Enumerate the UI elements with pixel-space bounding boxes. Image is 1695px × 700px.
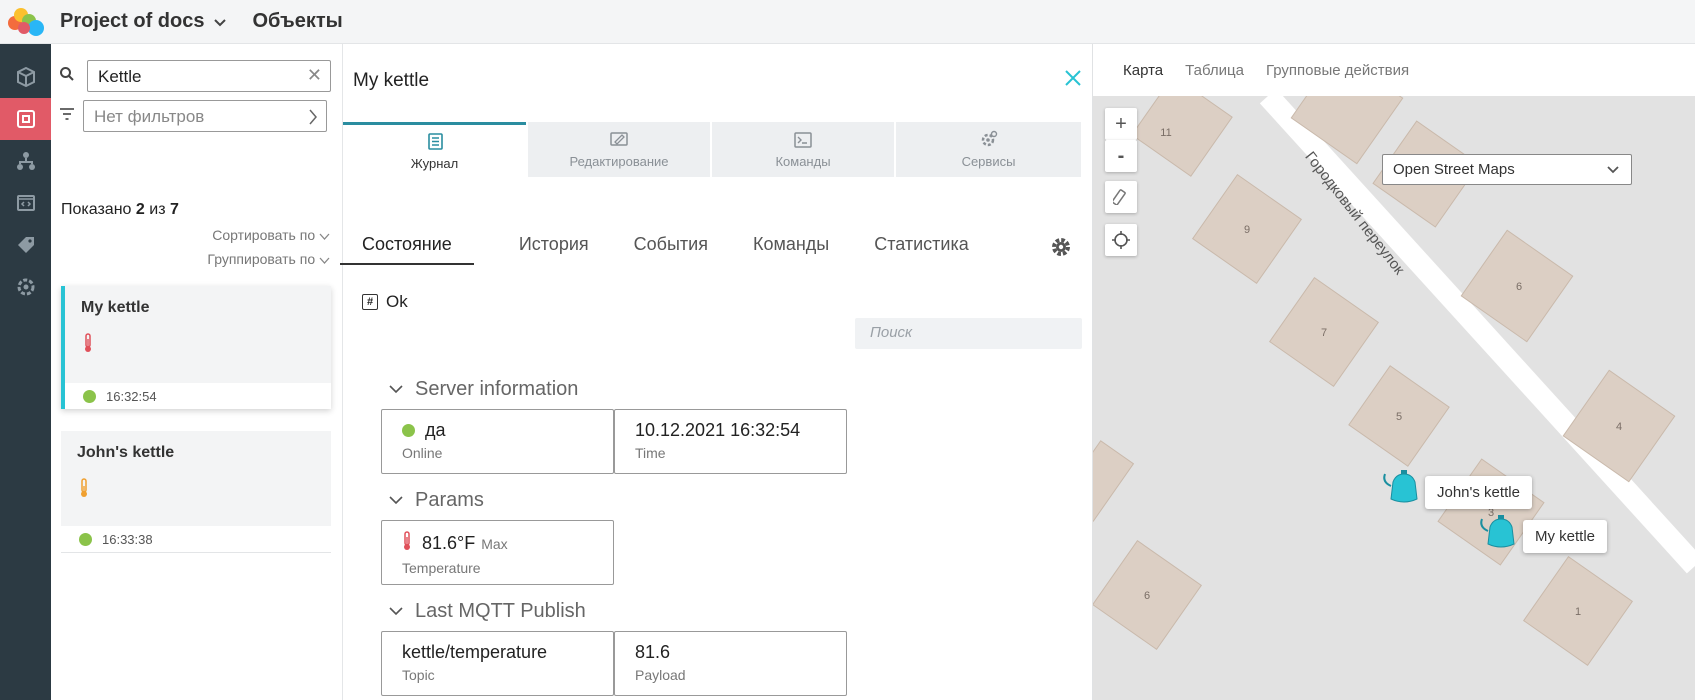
tab-journal[interactable]: Журнал: [343, 122, 526, 177]
subtab-events[interactable]: События: [634, 234, 708, 265]
house-number: 6: [1516, 281, 1522, 293]
project-selector[interactable]: Project of docs: [60, 10, 227, 33]
map-marker-label[interactable]: My kettle: [1523, 520, 1608, 553]
close-icon[interactable]: [1064, 66, 1082, 94]
tab-edit[interactable]: Редактирование: [528, 122, 710, 177]
tag-icon[interactable]: [0, 224, 51, 266]
house-number: 7: [1321, 327, 1327, 339]
locate-icon[interactable]: [1105, 224, 1137, 256]
list-item[interactable]: My kettle 16:32:54: [61, 286, 331, 409]
time-field: 10.12.2021 16:32:54 Time: [614, 409, 847, 474]
chevron-down-icon: [319, 233, 330, 240]
subtab-commands[interactable]: Команды: [753, 234, 829, 265]
map-tiles: 11 8 9 6 7 5 4 3 6 1 Городковый переулок: [1093, 96, 1695, 667]
settings-network-icon[interactable]: [0, 266, 51, 308]
online-field: да Online: [381, 409, 614, 474]
detail-tabs: Журнал Редактирование Команды Сервисы: [343, 122, 1083, 177]
map-canvas[interactable]: 11 8 9 6 7 5 4 3 6 1 Городковый переулок: [1093, 96, 1695, 700]
chevron-down-icon: [389, 607, 403, 616]
edit-icon: [610, 132, 628, 146]
online-status-dot: [402, 424, 415, 437]
map-layer-select[interactable]: Open Street Maps: [1382, 154, 1632, 185]
search-input-value: Kettle: [98, 67, 142, 86]
subtab-statistics[interactable]: Статистика: [874, 234, 969, 265]
project-name: Project of docs: [60, 10, 205, 32]
last-seen-time: 16:33:38: [102, 531, 153, 547]
sort-by-button[interactable]: Сортировать по: [212, 227, 330, 243]
house-number: 4: [1616, 421, 1622, 433]
status-row: # Ok: [362, 292, 408, 312]
app-logo[interactable]: [0, 0, 48, 44]
group-by-button[interactable]: Группировать по: [207, 251, 330, 267]
house-number: 1: [1575, 606, 1581, 618]
filter-icon: [59, 107, 75, 126]
filter-input[interactable]: Нет фильтров: [83, 100, 327, 132]
shown-count: Показано 2 из 7: [61, 201, 179, 218]
chevron-down-icon: [214, 14, 227, 30]
thermometer-icon: [83, 333, 331, 355]
object-status: 16:32:54: [65, 383, 331, 409]
chevron-down-icon: [1607, 159, 1619, 178]
section-title: Объекты: [252, 10, 343, 32]
kettle-marker-icon: [1383, 470, 1418, 503]
section-params[interactable]: Params: [389, 489, 484, 512]
objects-icon[interactable]: [0, 98, 51, 140]
object-detail-panel: My kettle Журнал Редактирование Команды …: [340, 44, 1093, 700]
house-number: 9: [1244, 224, 1250, 236]
object-status: 16:33:38: [61, 526, 331, 552]
terminal-icon: [794, 132, 812, 148]
tab-commands[interactable]: Команды: [712, 122, 894, 177]
ruler-icon[interactable]: [1105, 181, 1137, 213]
journal-icon: [427, 132, 443, 150]
tab-services[interactable]: Сервисы: [896, 122, 1081, 177]
detail-title: My kettle: [353, 70, 430, 91]
map-tabs: Карта Таблица Групповые действия: [1093, 44, 1695, 96]
search-icon: [59, 66, 79, 87]
zoom-in-button[interactable]: +: [1105, 108, 1137, 140]
list-item[interactable]: John's kettle 16:33:38: [61, 431, 331, 553]
thermometer-icon: [79, 478, 331, 500]
hierarchy-icon[interactable]: [0, 140, 51, 182]
house-number: 11: [1160, 127, 1171, 139]
search-input[interactable]: Kettle ✕: [87, 60, 331, 92]
left-rail: [0, 44, 51, 700]
house-number: 6: [1144, 590, 1150, 602]
map-marker-label[interactable]: John's kettle: [1425, 476, 1532, 509]
subtab-history[interactable]: История: [519, 234, 589, 265]
thermometer-icon: [402, 531, 412, 556]
state-search-input[interactable]: Поиск: [855, 318, 1082, 349]
gear-icon[interactable]: [1050, 236, 1072, 263]
payload-field: 81.6 Payload: [614, 631, 847, 696]
map-panel: Карта Таблица Групповые действия 11 9 6 …: [1093, 44, 1695, 700]
subtab-state[interactable]: Состояние: [340, 234, 474, 265]
topic-field: kettle/temperature Topic: [381, 631, 614, 696]
top-bar: Project of docs Объекты: [0, 0, 1695, 44]
online-status-dot: [79, 532, 92, 546]
chevron-down-icon: [319, 257, 330, 264]
status-text: Ok: [386, 292, 408, 311]
tab-group-actions[interactable]: Групповые действия: [1266, 62, 1409, 79]
state-subtabs: Состояние История События Команды Статис…: [340, 234, 1014, 265]
object-name: My kettle: [81, 299, 150, 316]
clear-search-icon[interactable]: ✕: [307, 65, 322, 86]
services-gear-icon: [981, 130, 997, 147]
cube-icon[interactable]: [0, 56, 51, 98]
object-list-panel: Kettle ✕ Нет фильтров Показано 2 из 7 Со…: [51, 44, 343, 700]
last-seen-time: 16:32:54: [106, 388, 157, 404]
chevron-down-icon: [389, 496, 403, 505]
hash-icon: #: [362, 294, 378, 310]
tab-map[interactable]: Карта: [1123, 62, 1163, 79]
house-number: 5: [1396, 411, 1402, 423]
object-name: John's kettle: [77, 444, 175, 461]
temperature-field: 81.6°F Max Temperature: [381, 520, 614, 585]
chevron-down-icon: [389, 385, 403, 394]
section-last-mqtt-publish[interactable]: Last MQTT Publish: [389, 600, 586, 623]
zoom-out-button[interactable]: -: [1105, 140, 1137, 172]
code-icon[interactable]: [0, 182, 51, 224]
tab-table[interactable]: Таблица: [1185, 62, 1244, 79]
chevron-right-icon: [308, 104, 318, 130]
filter-placeholder: Нет фильтров: [94, 107, 205, 126]
section-server-information[interactable]: Server information: [389, 378, 578, 401]
online-status-dot: [83, 389, 96, 403]
